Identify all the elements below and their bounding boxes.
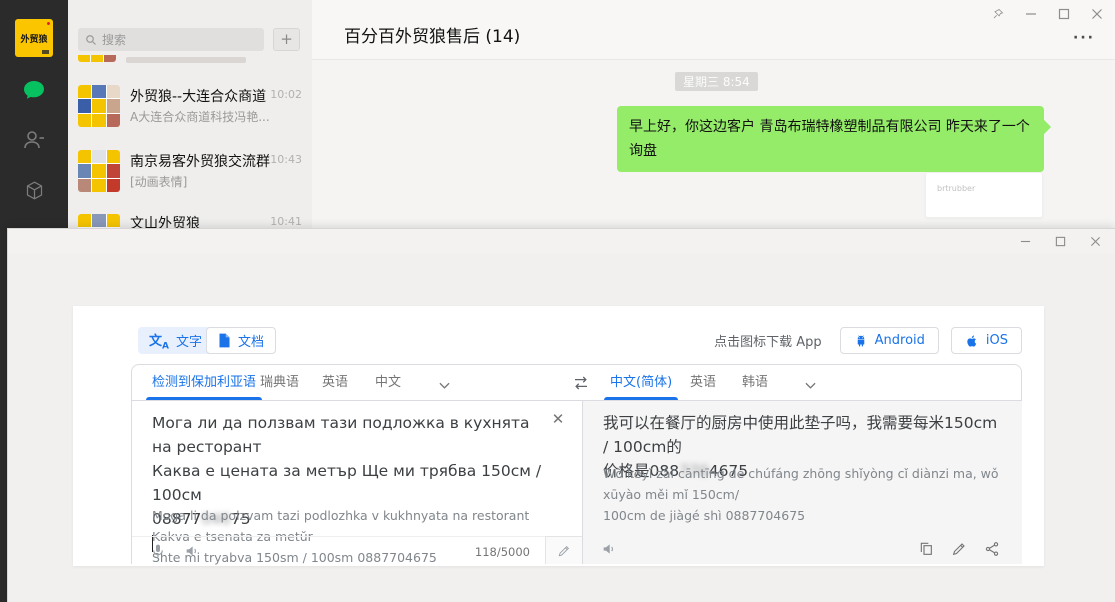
avatar	[78, 55, 116, 62]
language-bar: 检测到保加利亚语 瑞典语 英语 中文 中文(简体) 英语 韩语	[132, 365, 1021, 401]
source-text-panel[interactable]: Мога ли да ползвам тази подложка в кухня…	[132, 401, 582, 564]
contacts-icon[interactable]	[22, 128, 46, 152]
close-icon[interactable]	[1091, 8, 1103, 20]
chat-preview: A大连合众商道科技冯艳...	[130, 108, 280, 125]
translator-window: 文A 文字 文档 点击图标下载 App Android iOS	[7, 228, 1115, 602]
document-icon	[218, 333, 231, 348]
more-menu-icon[interactable]: ···	[1073, 30, 1095, 46]
chat-list-item-partial-top[interactable]	[68, 55, 312, 66]
chat-title: 文山外贸狼	[130, 213, 270, 228]
chat-title: 外贸狼--大连合众商道	[130, 86, 270, 106]
chevron-down-icon[interactable]	[805, 379, 816, 387]
source-line: Каква е цената за метър Ще ми трябва 150…	[152, 459, 542, 507]
translated-line: 我可以在餐厅的厨房中使用此垫子吗，我需要每米150cm / 100cm的	[603, 411, 1003, 459]
search-placeholder: 搜索	[102, 31, 126, 48]
chat-title: 南京易客外贸狼交流群	[130, 151, 270, 171]
tab-document-label: 文档	[238, 331, 264, 350]
translator-toolbar: 文A 文字 文档 点击图标下载 App Android iOS	[73, 306, 1044, 364]
chat-list-item[interactable]: 南京易客外贸狼交流群 10:43 [动画表情]	[68, 148, 312, 210]
source-footer: 118/5000	[132, 536, 582, 564]
screen: 外贸狼 搜索 + 外贸狼--大连合众商道 10:02 A大连合众商道科技冯艳..…	[0, 0, 1115, 602]
target-lang-english[interactable]: 英语	[690, 365, 716, 400]
listen-translation-icon[interactable]	[601, 541, 617, 557]
minimize-icon[interactable]	[1025, 8, 1037, 20]
ios-button-label: iOS	[986, 333, 1008, 348]
moments-box-icon[interactable]	[24, 180, 45, 201]
microphone-icon[interactable]	[150, 543, 166, 559]
message-bubble[interactable]: 早上好，你这边客户 青岛布瑞特橡塑制品有限公司 昨天来了一个询盘	[617, 106, 1044, 172]
maximize-icon[interactable]	[1055, 236, 1066, 247]
chat-header: 百分百外贸狼售后 (14) ···	[312, 0, 1115, 60]
clear-source-icon[interactable]: ✕	[548, 409, 568, 429]
pin-icon[interactable]	[992, 8, 1004, 20]
source-lang-english[interactable]: 英语	[322, 365, 348, 400]
edit-source-button[interactable]	[545, 536, 582, 564]
tab-text-translate[interactable]: 文A 文字	[138, 327, 213, 354]
translator-titlebar	[8, 229, 1115, 253]
search-input[interactable]: 搜索	[78, 28, 264, 51]
user-avatar[interactable]: 外贸狼	[15, 19, 53, 57]
chat-time: 10:02	[270, 88, 302, 101]
avatar	[78, 85, 120, 127]
pinyin-transliteration: Wǒ kěyǐ zài cāntīng de chúfáng zhōng shǐ…	[603, 463, 1003, 526]
translation-result-panel: 我可以在餐厅的厨房中使用此垫子吗，我需要每米150cm / 100cm的 价格是…	[582, 401, 1022, 564]
source-lang-detected[interactable]: 检测到保加利亚语	[152, 365, 256, 400]
android-icon	[854, 334, 868, 348]
target-lang-chinese-simplified[interactable]: 中文(简体)	[610, 365, 672, 400]
message-row: 早上好，你这边客户 青岛布瑞特橡塑制品有限公司 昨天来了一个询盘	[617, 106, 1044, 172]
chat-list-item-partial-bottom[interactable]: 文山外贸狼 10:41	[68, 206, 312, 228]
chat-preview: [动画表情]	[130, 173, 280, 190]
suggest-edit-icon[interactable]	[951, 541, 967, 561]
add-chat-button[interactable]: +	[273, 28, 300, 51]
chat-time: 10:41	[270, 215, 302, 228]
chat-time: 10:43	[270, 153, 302, 166]
minimize-icon[interactable]	[1020, 236, 1031, 247]
search-icon	[85, 34, 97, 46]
user-avatar-label: 外贸狼	[20, 32, 47, 45]
ios-download-button[interactable]: iOS	[951, 327, 1022, 354]
translator-content-card: 文A 文字 文档 点击图标下载 App Android iOS	[73, 306, 1044, 566]
swap-languages-icon[interactable]	[572, 374, 590, 392]
character-counter: 118/5000	[475, 545, 530, 559]
copy-translation-icon[interactable]	[918, 541, 934, 561]
apple-icon	[965, 334, 979, 348]
add-chat-label: +	[280, 30, 293, 48]
download-hint: 点击图标下载 App	[714, 331, 822, 350]
share-translation-icon[interactable]	[984, 541, 1000, 561]
close-icon[interactable]	[1090, 236, 1101, 247]
pencil-icon	[557, 544, 571, 558]
maximize-icon[interactable]	[1058, 8, 1070, 20]
source-lang-chinese[interactable]: 中文	[375, 365, 401, 400]
message-text: 早上好，你这边客户 青岛布瑞特橡塑制品有限公司 昨天来了一个询盘	[629, 119, 1030, 159]
translate-icon: 文A	[149, 330, 169, 352]
clipped-text	[126, 57, 246, 63]
date-badge: 星期三 8:54	[675, 72, 758, 91]
chevron-down-icon[interactable]	[439, 379, 450, 387]
chats-icon[interactable]	[22, 78, 46, 102]
android-download-button[interactable]: Android	[840, 327, 939, 354]
listen-source-icon[interactable]	[184, 543, 200, 559]
chat-room-title: 百分百外贸狼售后 (14)	[344, 22, 520, 47]
translate-panel: 检测到保加利亚语 瑞典语 英语 中文 中文(简体) 英语 韩语 Мога ли …	[131, 364, 1022, 564]
avatar	[78, 150, 120, 192]
message-link-card[interactable]: brtrubber	[925, 172, 1043, 218]
target-lang-korean[interactable]: 韩语	[742, 365, 768, 400]
link-card-text: brtrubber	[937, 184, 975, 193]
avatar	[78, 214, 120, 228]
translation-footer	[583, 536, 1022, 564]
source-line: Мога ли да ползвам тази подложка в кухня…	[152, 411, 542, 459]
tab-text-label: 文字	[176, 331, 202, 350]
tab-document-translate[interactable]: 文档	[206, 327, 276, 354]
source-lang-swedish[interactable]: 瑞典语	[260, 365, 299, 400]
android-button-label: Android	[875, 333, 925, 348]
chat-list-item[interactable]: 外贸狼--大连合众商道 10:02 A大连合众商道科技冯艳...	[68, 83, 312, 145]
